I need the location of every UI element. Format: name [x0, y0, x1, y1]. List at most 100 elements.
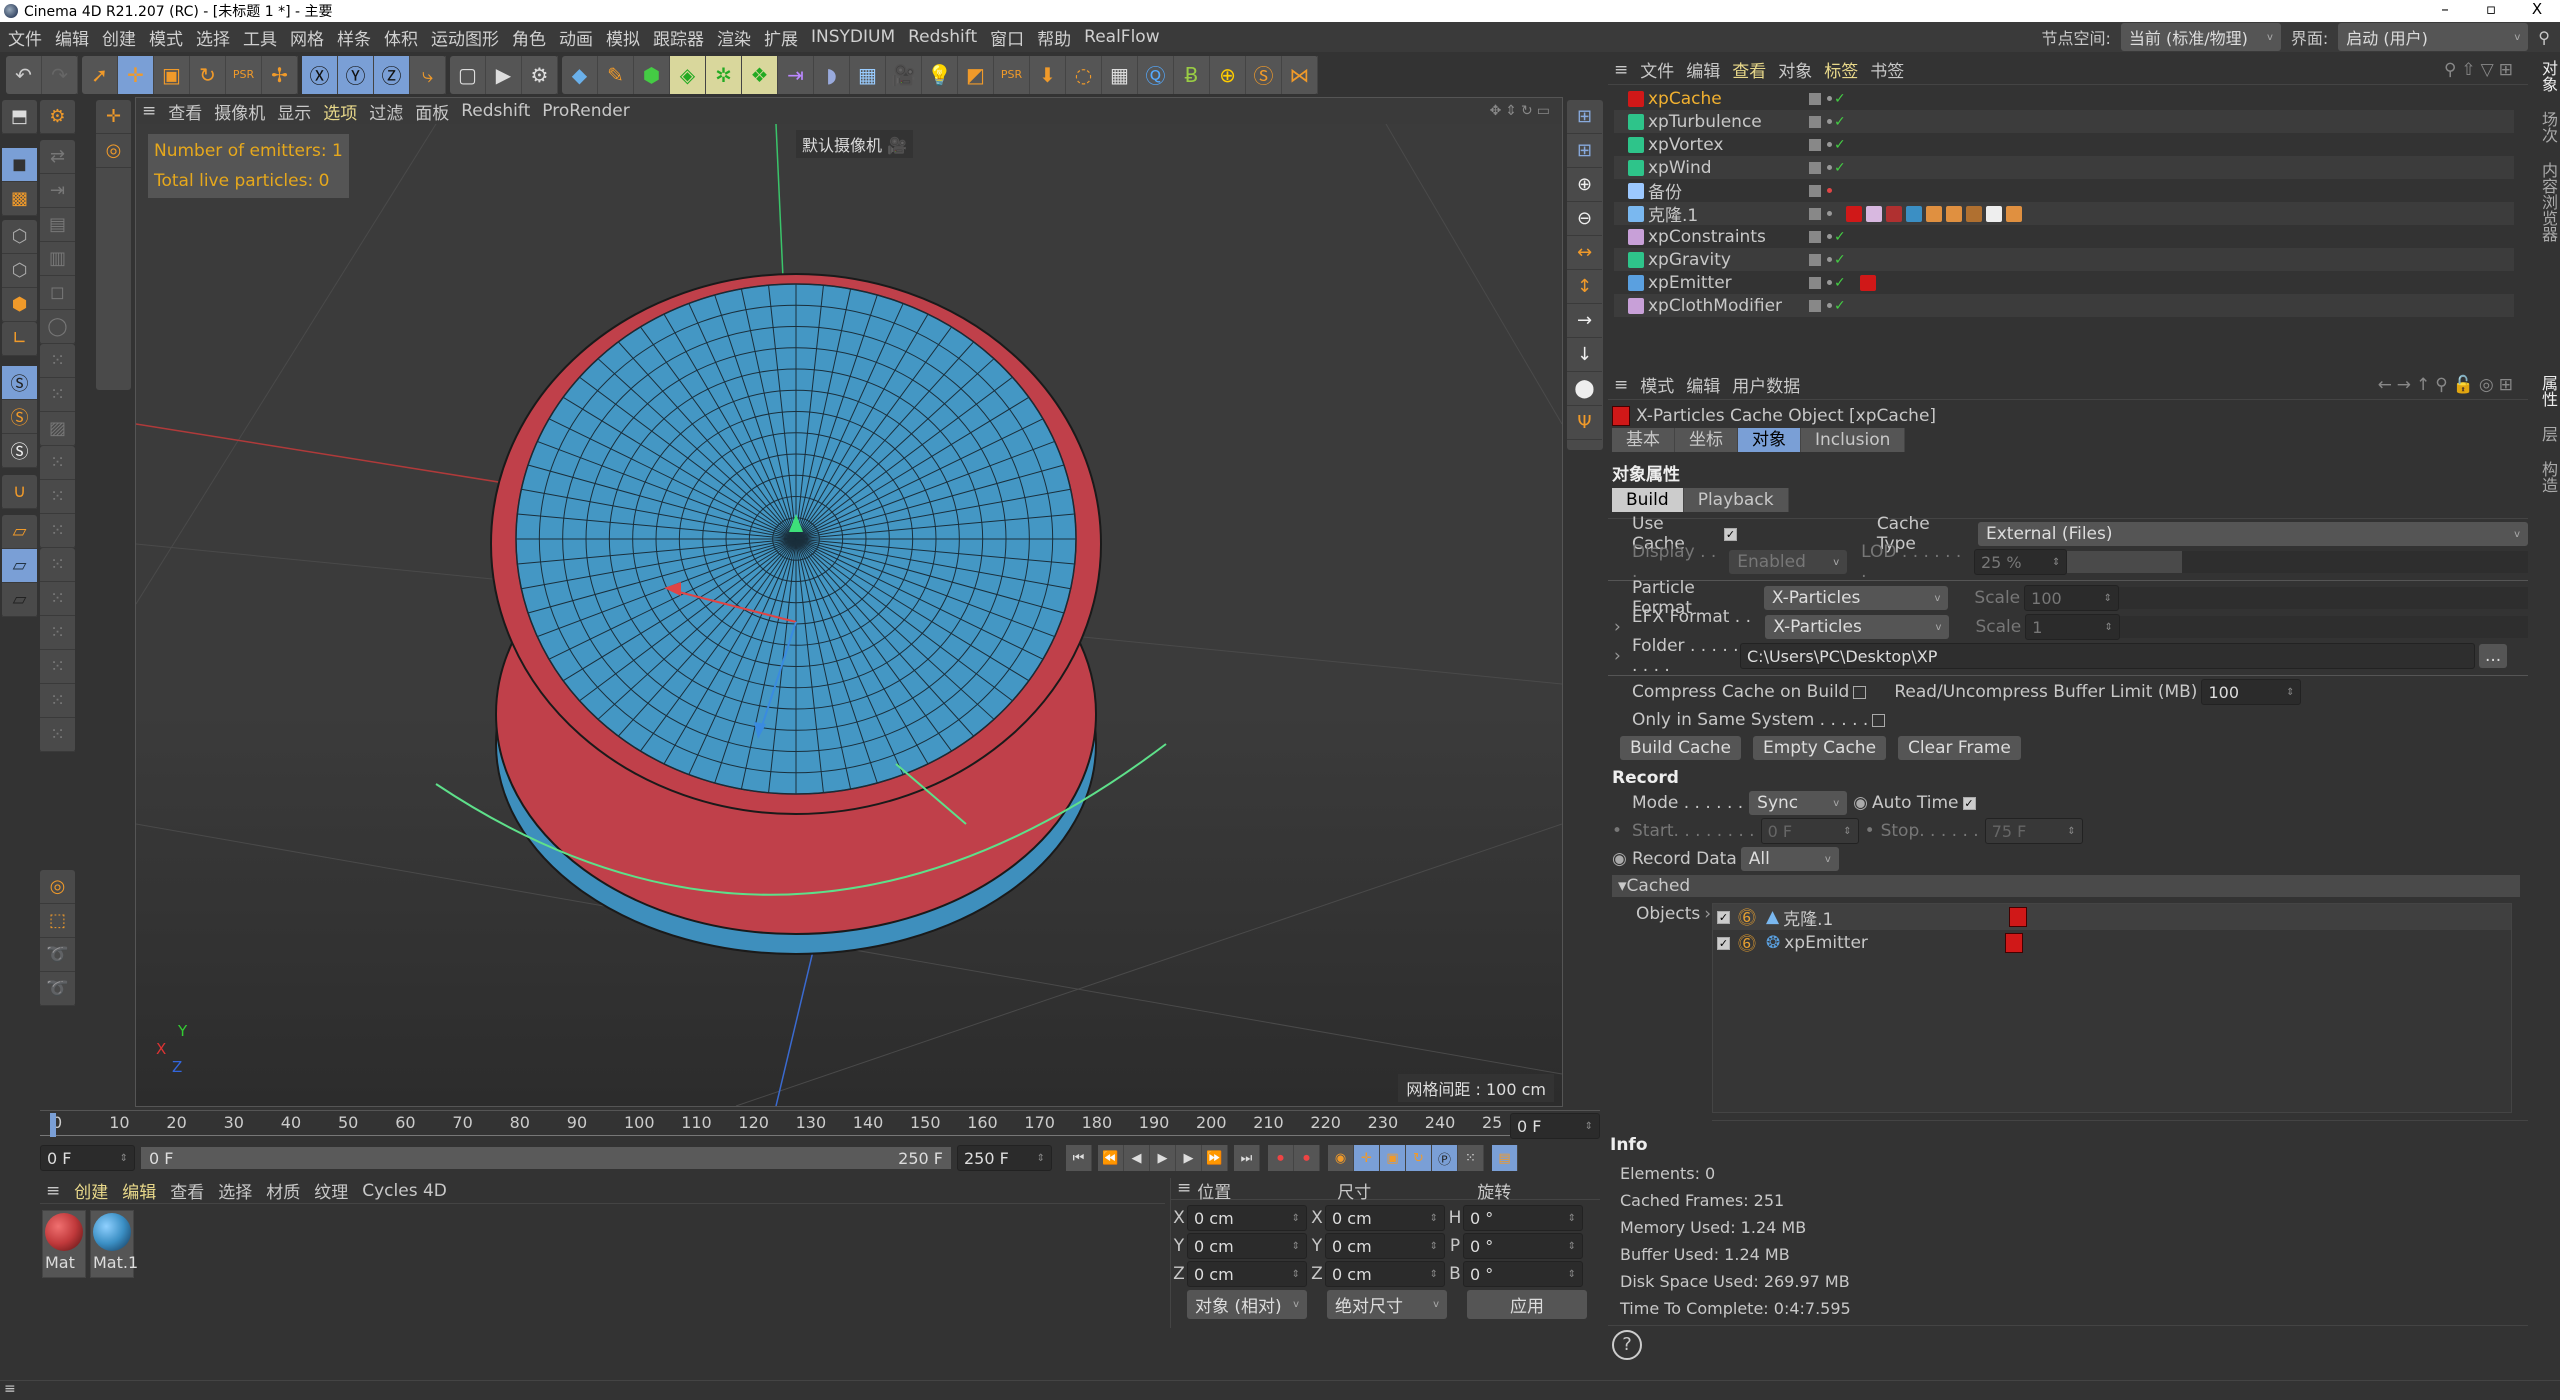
solo-single-icon[interactable]: Ⓢ — [2, 400, 37, 434]
solo-hierarchy-icon[interactable]: Ⓢ — [2, 434, 37, 468]
om-menu-tags[interactable]: 标签 — [1824, 57, 1858, 82]
vp-menu-filter[interactable]: 过滤 — [369, 99, 403, 124]
menu-simulate[interactable]: 模拟 — [606, 25, 640, 50]
render-settings-icon[interactable]: ⚙ — [522, 55, 558, 94]
qr-plugin-icon[interactable]: Ⓠ — [1138, 55, 1174, 94]
record-keys-icon[interactable]: ⏺ — [1268, 1145, 1294, 1171]
current-frame-field[interactable]: 0 F ⇕ — [1510, 1113, 1600, 1139]
timeline-ruler[interactable]: 0 10 20 30 40 50 60 70 80 90 100 110 120 130 140 150 160… — [40, 1110, 1600, 1140]
hamburger-icon[interactable]: ≡ — [1614, 60, 1628, 80]
next-frame-icon[interactable]: ▶ — [1176, 1145, 1202, 1171]
apply-button[interactable]: 应用 — [1467, 1289, 1587, 1319]
size-z-field[interactable]: 0 cm ⇕ — [1325, 1261, 1445, 1287]
effector-icon[interactable]: ❖ — [742, 55, 778, 94]
target-plugin-icon[interactable]: ⊕ — [1210, 55, 1246, 94]
help-icon[interactable]: ? — [1612, 1330, 1642, 1360]
plugin-b-icon[interactable]: Ƀ — [1174, 55, 1210, 94]
visibility-dots[interactable] — [1827, 188, 1832, 193]
menu-file[interactable]: 文件 — [8, 25, 42, 50]
convert-select-icon[interactable]: ▥ — [40, 242, 75, 276]
pen-icon[interactable]: ✎ — [598, 55, 634, 94]
x-axis-lock-icon[interactable]: Ⓧ — [302, 55, 338, 94]
points-mode-icon[interactable]: ⬡ — [2, 220, 37, 254]
xpcache-tag-icon[interactable] — [1846, 205, 1862, 222]
checker-tag-icon[interactable] — [1986, 205, 2002, 222]
s-plugin-icon[interactable]: Ⓢ — [1246, 55, 1282, 94]
key-scale-icon[interactable]: ▣ — [1380, 1145, 1406, 1171]
enabled-check-icon[interactable]: ✓ — [1834, 91, 1846, 107]
menu-redshift[interactable]: Redshift — [908, 27, 977, 47]
move-icon[interactable]: ✛ — [96, 100, 131, 134]
layer-toggle[interactable] — [1809, 230, 1821, 243]
material-tag-blue-icon[interactable] — [1906, 205, 1922, 222]
model-mode-icon[interactable]: ◼ — [2, 148, 37, 182]
field-icon[interactable]: ◗ — [814, 55, 850, 94]
points-grid-icon[interactable]: ⁙ — [40, 344, 75, 378]
enabled-check-icon[interactable]: ✓ — [1834, 252, 1846, 268]
object-name[interactable]: xpWind — [1648, 158, 1803, 178]
position-y-field[interactable]: 0 cm ⇕ — [1187, 1233, 1307, 1259]
rotation-h-field[interactable]: 0 ° ⇕ — [1463, 1205, 1583, 1231]
am-menu-userdata[interactable]: 用户数据 — [1732, 372, 1800, 397]
material-swatch[interactable]: Mat.1 — [90, 1210, 138, 1278]
side-tab-content-browser[interactable]: 内容浏览器 — [2539, 162, 2558, 242]
menu-tools[interactable]: 工具 — [243, 25, 277, 50]
display-dropdown[interactable]: Enabled v — [1729, 550, 1848, 574]
unhide-icon[interactable]: ⁙ — [40, 616, 75, 650]
tab-build[interactable]: Build — [1612, 488, 1684, 512]
texture-mode-icon[interactable]: ▩ — [2, 182, 37, 216]
solo-off-icon[interactable]: Ⓢ — [2, 366, 37, 400]
cached-object-row[interactable]: ✓ ⓺ ❂ xpEmitter — [1713, 930, 2511, 956]
undo-icon[interactable]: ↶ — [6, 55, 42, 94]
workplane-icon[interactable]: ▱ — [2, 515, 37, 549]
tab-playback[interactable]: Playback — [1683, 488, 1789, 512]
om-toolbar-icons[interactable]: ⚲⇧▽⊞ — [2444, 60, 2518, 80]
tab-coordinates[interactable]: 坐标 — [1675, 428, 1738, 452]
object-name[interactable]: xpConstraints — [1648, 227, 1803, 247]
object-row[interactable]: xpEmitter ✓ — [1614, 271, 2514, 294]
tab-inclusion[interactable]: Inclusion — [1801, 428, 1906, 452]
mirror-icon[interactable]: ⇥ — [40, 174, 75, 208]
particle-scale-slider[interactable] — [2118, 587, 2528, 609]
select-connected-icon[interactable]: ⁙ — [40, 446, 75, 480]
object-name[interactable]: xpTurbulence — [1648, 112, 1803, 132]
uv-icon[interactable]: ▨ — [40, 412, 75, 446]
lasso-select-icon[interactable]: ➰ — [40, 938, 75, 972]
next-key-icon[interactable]: ⏩ — [1202, 1145, 1228, 1171]
render-picture-viewer-icon[interactable]: ▶ — [486, 55, 522, 94]
chevron-right-icon[interactable]: › — [1614, 646, 1632, 666]
browse-folder-button[interactable]: ... — [2479, 644, 2508, 668]
object-name[interactable]: xpClothModifier — [1648, 296, 1803, 316]
rotate-tool-icon[interactable]: ↻ — [190, 55, 226, 94]
maximize-button[interactable]: ▫ — [2468, 0, 2514, 18]
mat-menu-cycles4d[interactable]: Cycles 4D — [362, 1181, 447, 1201]
menu-volume[interactable]: 体积 — [384, 25, 418, 50]
object-name[interactable]: xpGravity — [1648, 250, 1803, 270]
menu-edit[interactable]: 编辑 — [55, 25, 89, 50]
menu-mesh[interactable]: 网格 — [290, 25, 324, 50]
efx-scale-slider[interactable] — [2119, 616, 2528, 638]
layer-toggle[interactable] — [1809, 138, 1821, 151]
object-name[interactable]: xpCache — [1648, 89, 1803, 109]
psr-reset-icon[interactable]: PSR — [994, 55, 1030, 94]
side-tab-objects[interactable]: 对象 — [2539, 60, 2558, 92]
live-selection-icon[interactable]: ◎ — [96, 134, 131, 168]
visibility-dots[interactable] — [1827, 142, 1832, 147]
object-row[interactable]: xpClothModifier ✓ — [1614, 294, 2514, 317]
rotation-b-field[interactable]: 0 ° ⇕ — [1463, 1261, 1583, 1287]
visibility-dots[interactable] — [1827, 234, 1832, 239]
enabled-check-icon[interactable]: ✓ — [1834, 114, 1846, 130]
tab-basic[interactable]: 基本 — [1612, 428, 1675, 452]
menu-extensions[interactable]: 扩展 — [764, 25, 798, 50]
size-mode-dropdown[interactable]: 绝对尺寸 v — [1327, 1289, 1447, 1319]
auto-time-radio[interactable]: ◉ — [1853, 793, 1868, 813]
hamburger-icon[interactable]: ≡ — [46, 1181, 60, 1201]
menu-render[interactable]: 渲染 — [717, 25, 751, 50]
tag-icon[interactable]: ◩ — [958, 55, 994, 94]
snap-bounds-icon[interactable]: ◌ — [1066, 55, 1102, 94]
object-row[interactable]: xpGravity ✓ — [1614, 248, 2514, 271]
position-z-field[interactable]: 0 cm ⇕ — [1187, 1261, 1307, 1287]
end-frame-field[interactable]: 250 F ⇕ — [957, 1145, 1052, 1171]
subdivision-icon[interactable]: ⬢ — [634, 55, 670, 94]
prev-key-icon[interactable]: ⏪ — [1098, 1145, 1124, 1171]
